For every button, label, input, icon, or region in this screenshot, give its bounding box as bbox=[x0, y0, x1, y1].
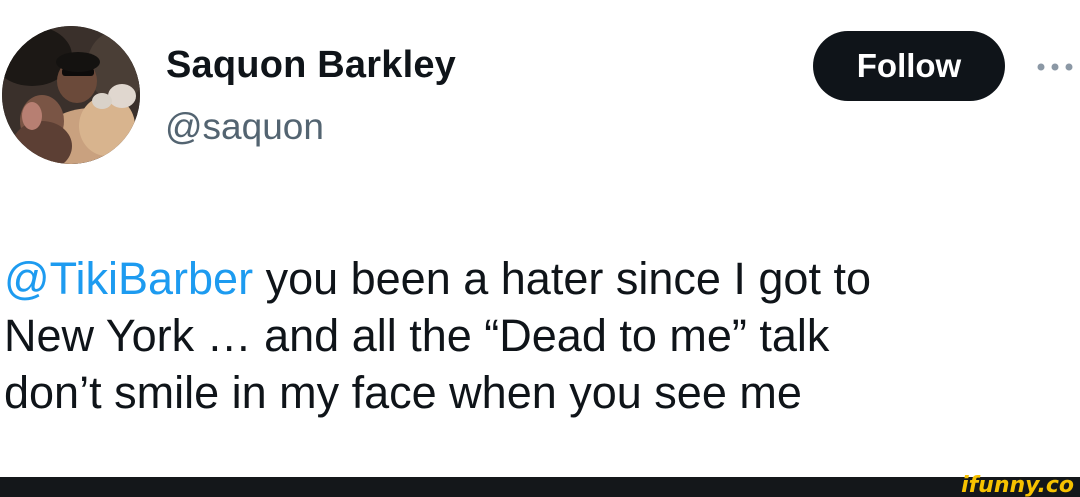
follow-button[interactable]: Follow bbox=[813, 31, 1005, 101]
mention-link[interactable]: @TikiBarber bbox=[4, 253, 253, 304]
tweet-body: @TikiBarber you been a hater since I got… bbox=[4, 250, 1074, 421]
more-options-icon[interactable] bbox=[1032, 60, 1078, 74]
author-handle[interactable]: @saquon bbox=[165, 106, 324, 148]
ifunny-watermark: ifunny.co bbox=[961, 473, 1074, 497]
tweet-line-1: @TikiBarber you been a hater since I got… bbox=[4, 250, 1074, 307]
tweet-line-1-text: you been a hater since I got to bbox=[253, 253, 871, 304]
tweet-card: Saquon Barkley @saquon Follow @TikiBarbe… bbox=[0, 0, 1080, 497]
tweet-line-2: New York … and all the “Dead to me” talk bbox=[4, 310, 830, 361]
avatar-photo bbox=[2, 26, 140, 164]
watermark-bar: ifunny.co bbox=[0, 473, 1080, 497]
tweet-line-3: don’t smile in my face when you see me bbox=[4, 367, 802, 418]
author-display-name[interactable]: Saquon Barkley bbox=[166, 44, 456, 87]
author-avatar[interactable] bbox=[2, 26, 140, 164]
